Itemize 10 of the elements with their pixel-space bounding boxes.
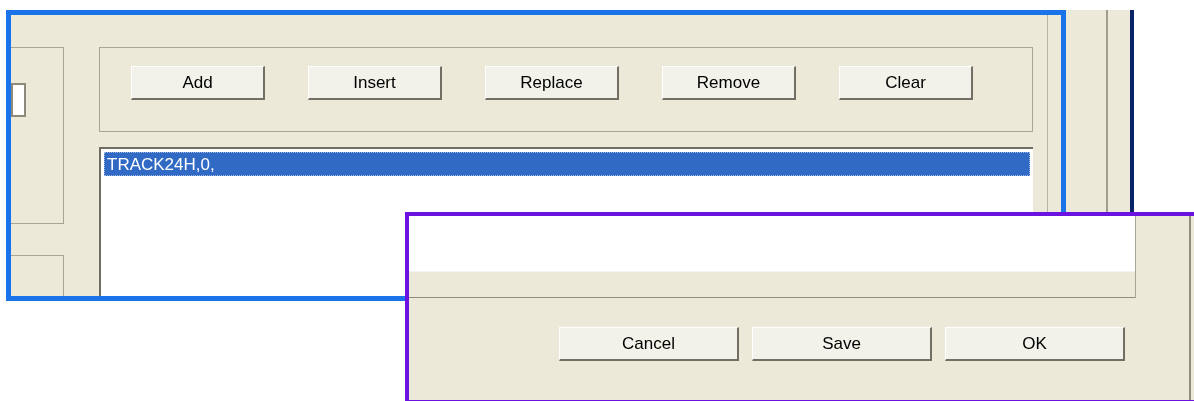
button[interactable]: Cancel: [559, 327, 739, 361]
dropdown-button[interactable]: [11, 83, 26, 117]
button[interactable]: Save: [752, 327, 932, 361]
button[interactable]: Remove: [662, 66, 796, 100]
button[interactable]: Clear: [839, 66, 973, 100]
button[interactable]: Add: [131, 66, 265, 100]
button[interactable]: OK: [945, 327, 1125, 361]
button[interactable]: Replace: [485, 66, 619, 100]
button[interactable]: Insert: [308, 66, 442, 100]
list-item[interactable]: TRACK24H,0,: [104, 152, 1030, 176]
